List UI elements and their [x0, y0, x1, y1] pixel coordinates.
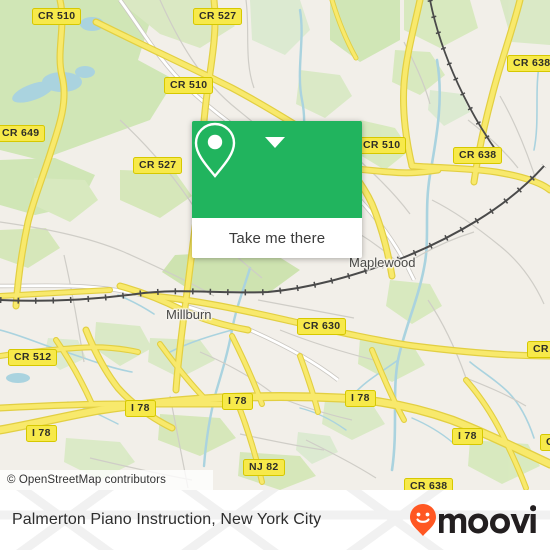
- take-me-there-label: Take me there: [228, 229, 326, 247]
- road-shield[interactable]: I 78: [125, 400, 156, 417]
- moovit-wordmark-icon: [410, 504, 536, 536]
- road-shield[interactable]: CR 510: [32, 8, 82, 25]
- road-shield[interactable]: CR 510: [357, 137, 407, 154]
- map-canvas[interactable]: CR 510 CR 527 CR 638 CR 510 CR 649 CR 52…: [0, 0, 550, 490]
- road-shield[interactable]: I 78: [222, 393, 253, 410]
- map-pin-icon: [194, 122, 236, 178]
- road-shield[interactable]: CR 630: [297, 318, 347, 335]
- popup-icon-panel: [192, 121, 362, 218]
- road-shield[interactable]: CR 638: [507, 55, 550, 72]
- road-shield[interactable]: I 78: [345, 390, 376, 407]
- attribution-text: © OpenStreetMap contributors: [7, 474, 166, 486]
- road-shield[interactable]: CR 638: [453, 147, 503, 164]
- road-shield[interactable]: I 78: [452, 428, 483, 445]
- footer-bar: Palmerton Piano Instruction, New York Ci…: [0, 490, 550, 550]
- road-shield[interactable]: CR 512: [8, 349, 58, 366]
- road-shield[interactable]: CR 649: [0, 125, 46, 142]
- map-page: CR 510 CR 527 CR 638 CR 510 CR 649 CR 52…: [0, 0, 550, 550]
- page-title-text: Palmerton Piano Instruction, New York Ci…: [12, 511, 322, 528]
- road-shield[interactable]: G: [540, 434, 550, 451]
- road-shield[interactable]: CR 510: [164, 77, 214, 94]
- popup-action-panel[interactable]: Take me there: [192, 218, 362, 258]
- popup-pointer: [265, 137, 285, 148]
- page-title: Palmerton Piano Instruction, New York Ci…: [12, 490, 321, 550]
- place-label-millburn: Millburn: [166, 307, 212, 322]
- road-shield[interactable]: I 78: [26, 425, 57, 442]
- road-shield[interactable]: CR 527: [193, 8, 243, 25]
- road-shield[interactable]: CR 6: [527, 341, 550, 358]
- map-attribution: © OpenStreetMap contributors: [0, 470, 213, 490]
- moovit-smiley-pin-icon: [410, 504, 436, 536]
- moovit-logo[interactable]: [408, 490, 536, 550]
- road-shield[interactable]: CR 527: [133, 157, 183, 174]
- road-shield[interactable]: CR 638: [404, 478, 454, 490]
- road-shield[interactable]: NJ 82: [243, 459, 285, 476]
